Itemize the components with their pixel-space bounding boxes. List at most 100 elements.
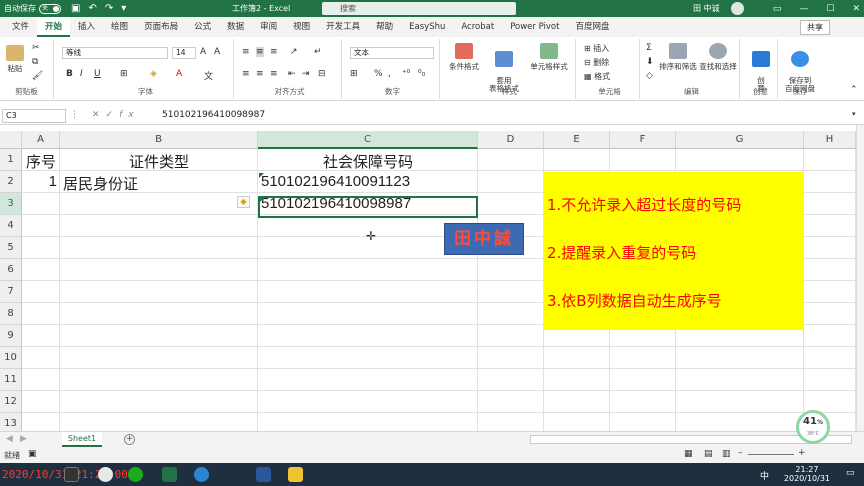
column-header-c[interactable]: C: [258, 131, 478, 149]
table-row[interactable]: [22, 413, 856, 431]
formula-options-icon[interactable]: ⋮: [70, 110, 79, 120]
chrome-icon[interactable]: [98, 467, 113, 482]
row-header-12[interactable]: 12: [0, 391, 22, 413]
cell-a1[interactable]: 序号: [25, 151, 57, 172]
user-name[interactable]: 田 中诚: [693, 3, 720, 14]
row-header-6[interactable]: 6: [0, 259, 22, 281]
align-bottom-icon[interactable]: ≡: [270, 47, 278, 57]
row-header-9[interactable]: 9: [0, 325, 22, 347]
tab-4[interactable]: 页面布局: [136, 17, 186, 37]
explorer-icon[interactable]: [288, 467, 303, 482]
row-header-13[interactable]: 13: [0, 413, 22, 431]
notification-icon[interactable]: ▭: [846, 468, 855, 478]
close-icon[interactable]: ✕: [852, 4, 860, 14]
tab-0[interactable]: 文件: [4, 17, 37, 37]
collapse-ribbon-icon[interactable]: ⌃: [850, 85, 858, 95]
cut-icon[interactable]: ✂: [32, 43, 40, 53]
row-header-1[interactable]: 1: [0, 149, 22, 171]
tab-8[interactable]: 视图: [285, 17, 318, 37]
percent-icon[interactable]: %: [374, 69, 383, 79]
wechat-icon[interactable]: [128, 467, 143, 482]
expand-formula-icon[interactable]: ▾: [852, 110, 856, 118]
edge-icon[interactable]: [194, 467, 209, 482]
row-header-4[interactable]: 4: [0, 215, 22, 237]
fill-icon[interactable]: ⬇: [646, 57, 654, 67]
tab-3[interactable]: 绘图: [103, 17, 136, 37]
format-painter-icon[interactable]: 🖌: [32, 71, 43, 81]
row-header-2[interactable]: 2: [0, 171, 22, 193]
save-icon[interactable]: ▣: [71, 3, 80, 14]
macro-record-icon[interactable]: ▣: [28, 449, 37, 459]
tab-12[interactable]: Acrobat: [453, 17, 502, 37]
merge-icon[interactable]: ⊟: [318, 69, 326, 79]
autosave-toggle[interactable]: 关: [39, 3, 61, 14]
orientation-icon[interactable]: ↗: [290, 47, 298, 57]
conditional-format-button[interactable]: 条件格式: [444, 43, 484, 72]
borders-icon[interactable]: ⊞: [120, 69, 128, 79]
tab-6[interactable]: 数据: [219, 17, 252, 37]
decrease-font-icon[interactable]: A: [214, 47, 220, 57]
column-header-f[interactable]: F: [610, 131, 676, 149]
tab-11[interactable]: EasyShu: [401, 17, 453, 37]
format-cells-button[interactable]: ▦ 格式: [584, 71, 610, 82]
column-header-h[interactable]: H: [804, 131, 856, 149]
autosum-icon[interactable]: Σ: [646, 43, 652, 53]
customize-qat-icon[interactable]: ▾: [121, 3, 126, 14]
zoom-in-icon[interactable]: +: [798, 448, 806, 458]
fill-color-icon[interactable]: ◈: [150, 69, 157, 79]
normal-view-icon[interactable]: ▦: [684, 449, 693, 459]
column-header-a[interactable]: A: [22, 131, 60, 149]
font-size-dropdown[interactable]: 14: [172, 47, 196, 59]
number-format-dropdown[interactable]: 文本: [350, 47, 434, 59]
share-button[interactable]: 共享: [800, 20, 830, 35]
column-header-d[interactable]: D: [478, 131, 544, 149]
name-box[interactable]: C3: [2, 109, 66, 123]
font-color-icon[interactable]: A: [176, 69, 182, 79]
page-break-view-icon[interactable]: ▥: [722, 449, 731, 459]
tab-1[interactable]: 开始: [37, 17, 71, 37]
column-header-e[interactable]: E: [544, 131, 610, 149]
table-row[interactable]: [22, 369, 856, 391]
tab-9[interactable]: 开发工具: [318, 17, 368, 37]
excel-icon[interactable]: [162, 467, 177, 482]
row-header-10[interactable]: 10: [0, 347, 22, 369]
phonetic-icon[interactable]: 文: [204, 69, 213, 82]
increase-font-icon[interactable]: A: [200, 47, 206, 57]
task-view-icon[interactable]: [64, 467, 79, 482]
zoom-out-icon[interactable]: –: [738, 448, 743, 458]
row-header-7[interactable]: 7: [0, 281, 22, 303]
formula-input[interactable]: 510102196410098987: [162, 110, 265, 120]
next-sheet-icon[interactable]: ▶: [20, 434, 27, 444]
minimize-icon[interactable]: —: [799, 4, 808, 14]
ribbon-display-icon[interactable]: ▭: [773, 4, 782, 14]
font-name-dropdown[interactable]: 等线: [62, 47, 168, 59]
row-header-11[interactable]: 11: [0, 369, 22, 391]
cell-b2[interactable]: 居民身份证: [63, 173, 255, 194]
search-box[interactable]: 搜索: [322, 2, 516, 15]
vertical-scrollbar[interactable]: [856, 125, 864, 431]
cell-styles-button[interactable]: 单元格样式: [524, 43, 574, 72]
formula-buttons[interactable]: ✕✓fx: [92, 110, 140, 120]
align-left-icon[interactable]: ≡: [242, 69, 250, 79]
align-middle-icon[interactable]: ≡: [256, 47, 264, 57]
italic-button[interactable]: I: [80, 69, 83, 79]
sort-filter-button[interactable]: 排序和筛选: [658, 43, 698, 72]
clear-icon[interactable]: ◇: [646, 71, 653, 81]
tab-14[interactable]: 百度网盘: [567, 17, 617, 37]
taskbar-clock[interactable]: 21:27 2020/10/31: [784, 465, 830, 483]
select-all-corner[interactable]: [0, 131, 22, 149]
table-row[interactable]: [22, 391, 856, 413]
prev-sheet-icon[interactable]: ◀: [6, 434, 13, 444]
paste-button[interactable]: 粘贴: [4, 45, 26, 74]
tab-10[interactable]: 帮助: [368, 17, 401, 37]
cell-c2[interactable]: 510102196410091123: [261, 173, 475, 190]
autosave-toggle-group[interactable]: 自动保存 关: [0, 3, 61, 14]
copy-icon[interactable]: ⧉: [32, 57, 38, 67]
align-center-icon[interactable]: ≡: [256, 69, 264, 79]
sheet-tab-sheet1[interactable]: Sheet1: [62, 432, 102, 447]
align-right-icon[interactable]: ≡: [270, 69, 278, 79]
currency-icon[interactable]: ⊞: [350, 69, 358, 79]
column-header-b[interactable]: B: [60, 131, 258, 149]
undo-icon[interactable]: ↶: [88, 3, 96, 14]
word-icon[interactable]: [256, 467, 271, 482]
